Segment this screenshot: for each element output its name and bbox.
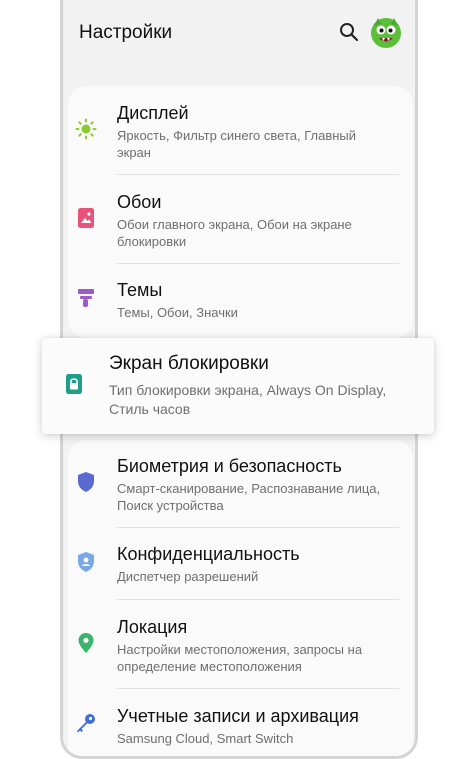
settings-item-description: Яркость, Фильтр синего света, Главный эк… (117, 128, 357, 160)
settings-item-label: Биометрия и безопасность (117, 456, 342, 476)
search-icon[interactable] (338, 21, 360, 43)
key-icon (75, 712, 97, 734)
settings-item-description: Смарт-сканирование, Распознавание лица, … (117, 481, 381, 513)
settings-item-label: Экран блокировки (109, 353, 269, 374)
divider (117, 263, 399, 264)
sun-icon (75, 118, 97, 140)
settings-item-label: Темы (117, 280, 163, 300)
settings-item-label: Конфиденциальность (117, 544, 300, 564)
settings-item-label: Локация (117, 617, 188, 637)
divider (117, 599, 399, 600)
settings-item-description: Темы, Обои, Значки (117, 305, 238, 320)
settings-item-description: Диспетчер разрешений (117, 569, 259, 584)
settings-item-lock-screen[interactable]: Экран блокировки Тип блокировки экрана, … (42, 338, 434, 434)
settings-item-label: Обои (117, 192, 162, 212)
privacy-shield-icon (75, 551, 97, 573)
wallpaper-icon (75, 207, 97, 229)
shield-icon (75, 471, 97, 493)
settings-item-label: Дисплей (117, 103, 189, 123)
settings-item-description: Samsung Cloud, Smart Switch (117, 731, 294, 746)
settings-item-description: Обои главного экрана, Обои на экране бло… (117, 217, 352, 249)
page-title: Настройки (79, 22, 173, 43)
brush-icon (75, 287, 97, 309)
avatar-icon[interactable] (368, 14, 404, 50)
divider (117, 527, 399, 528)
settings-item-description: Настройки местоположения, запросы на опр… (117, 642, 363, 674)
divider (117, 174, 399, 175)
settings-item-label: Учетные записи и архивация (117, 706, 359, 726)
divider (117, 688, 399, 689)
settings-item-description: Тип блокировки экрана, Always On Display… (109, 382, 387, 417)
lock-icon (64, 373, 84, 395)
location-pin-icon (75, 632, 97, 654)
app-bar: Настройки (63, 0, 415, 80)
